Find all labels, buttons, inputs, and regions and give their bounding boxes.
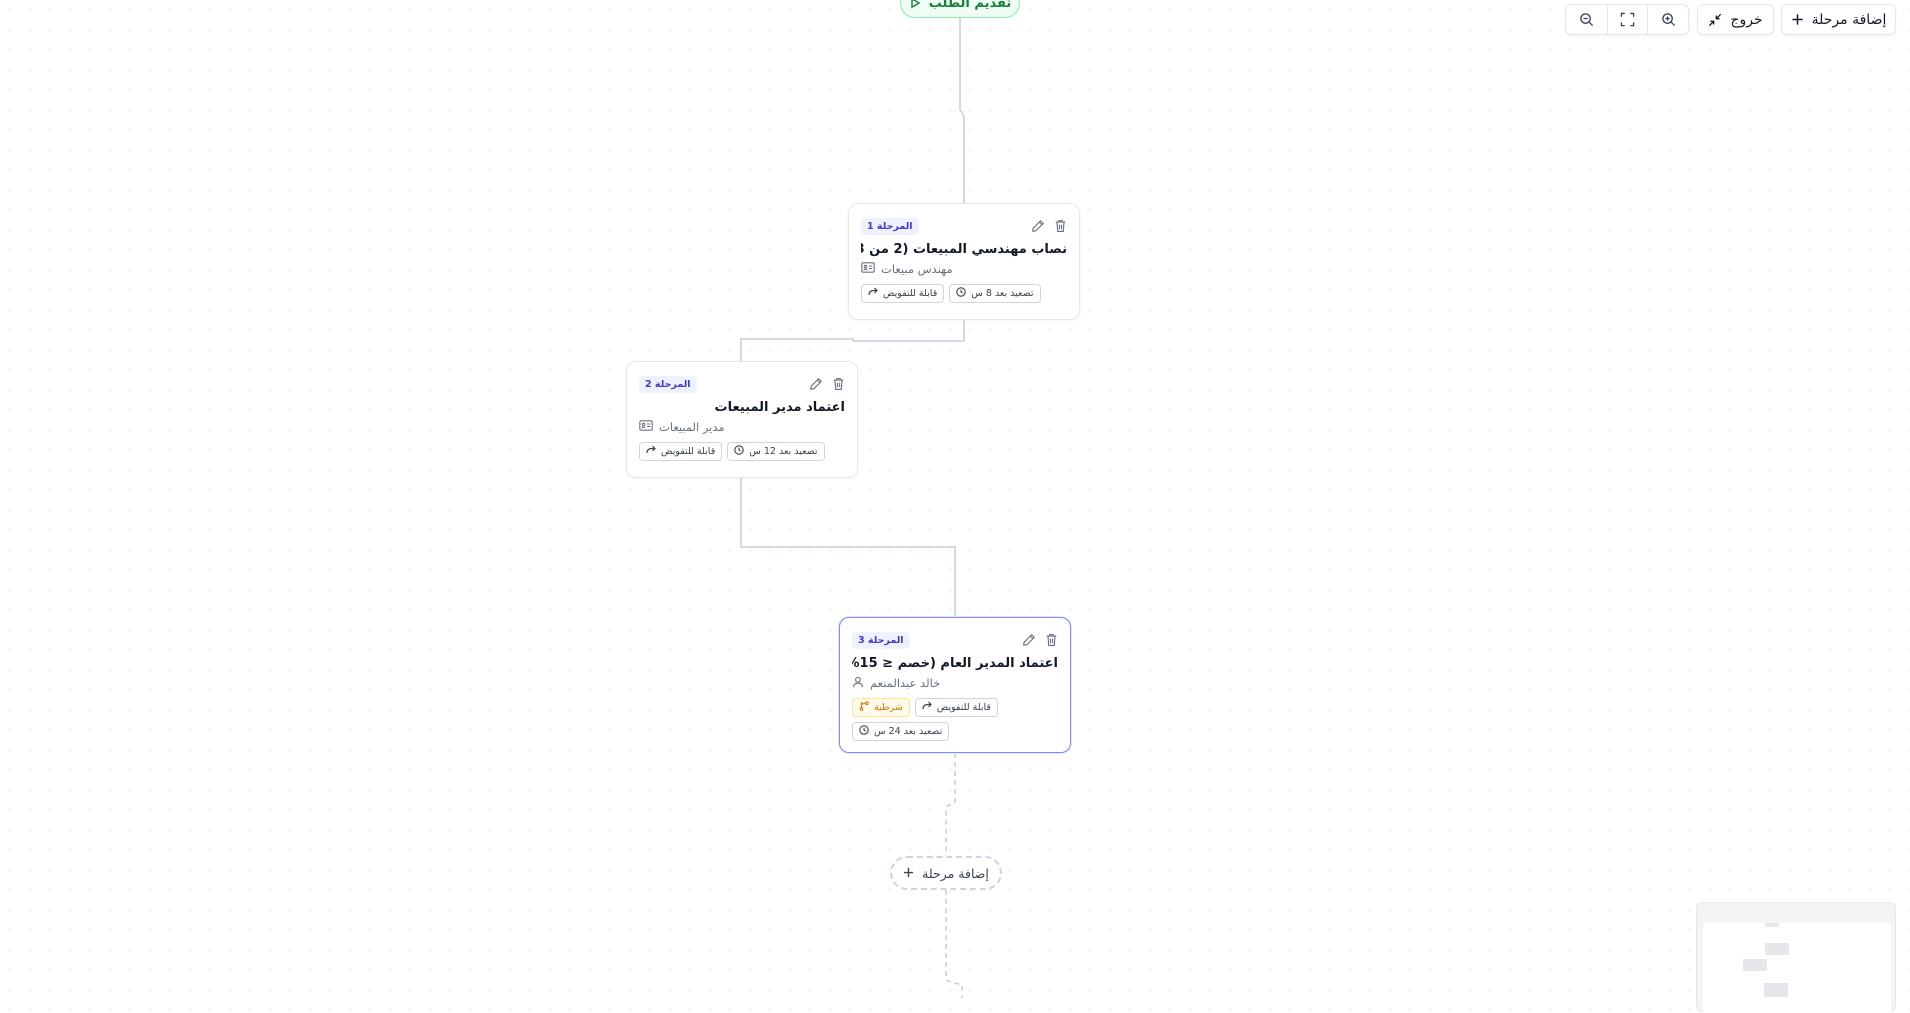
exit-button-wrap: خروج <box>1697 4 1774 35</box>
conditional-tag: شرطية <box>852 698 910 717</box>
start-node-label: تقديم الطلب <box>928 0 1012 11</box>
exit-label: خروج <box>1730 11 1763 28</box>
workflow-connectors <box>740 18 965 998</box>
exit-button[interactable]: خروج <box>1698 5 1773 34</box>
minimap-node <box>1765 923 1779 927</box>
fit-view-button[interactable] <box>1606 5 1648 34</box>
stage-assignee: مدير المبيعات <box>639 418 845 436</box>
play-icon <box>909 0 921 13</box>
stage-card-1[interactable]: المرحلة 1 نصاب مهندسي المبيعات (2 من 3) … <box>848 203 1080 320</box>
escalation-tag: تصعيد بعد 8 س <box>949 284 1041 303</box>
clock-icon <box>859 724 869 739</box>
zoom-out-button[interactable] <box>1566 5 1607 34</box>
delegable-tag: قابلة للتفويض <box>861 284 945 303</box>
clock-icon <box>734 444 744 459</box>
edit-pencil-icon[interactable] <box>809 377 823 391</box>
edge-start-to-stage-1 <box>959 18 965 203</box>
edit-pencil-icon[interactable] <box>1022 633 1036 647</box>
stage-card-2[interactable]: المرحلة 2 اعتماد مدير المبيعات مدير المب… <box>626 361 858 478</box>
plus-icon <box>1791 13 1804 26</box>
delete-trash-icon[interactable] <box>1054 219 1067 233</box>
branch-icon <box>859 700 869 715</box>
id-card-icon <box>861 262 875 276</box>
fullscreen-icon <box>1620 12 1635 27</box>
minimap-viewport <box>1703 923 1891 1013</box>
start-node-submit-request[interactable]: تقديم الطلب <box>900 0 1020 18</box>
stage-title: نصاب مهندسي المبيعات (2 من 3) <box>861 242 1067 257</box>
zoom-in-icon <box>1661 12 1676 27</box>
escalation-tag: تصعيد بعد 24 س <box>852 722 950 741</box>
stage-assignee: مهندس مبيعات <box>861 260 1067 278</box>
edge-stage-3-to-add <box>945 753 956 856</box>
stage-assignee-label: خالد عبدالمنعم <box>870 676 941 690</box>
stage-title: اعتماد المدير العام (خصم ≤ 15% أو قيمة >… <box>852 656 1058 671</box>
stage-badge: المرحلة 2 <box>639 375 697 393</box>
minimize-arrows-icon <box>1708 13 1722 27</box>
stage-badge: المرحلة 1 <box>861 217 919 235</box>
delete-trash-icon[interactable] <box>832 377 845 391</box>
add-stage-node-button[interactable]: إضافة مرحلة <box>890 856 1002 890</box>
minimap[interactable] <box>1696 902 1896 1013</box>
clock-icon <box>956 286 966 301</box>
delete-trash-icon[interactable] <box>1045 633 1058 647</box>
zoom-controls <box>1565 4 1689 35</box>
edge-add-to-next <box>945 890 963 998</box>
add-stage-node-label: إضافة مرحلة <box>922 865 989 881</box>
minimap-node <box>1764 983 1788 997</box>
minimap-node <box>1743 959 1767 971</box>
edit-pencil-icon[interactable] <box>1031 219 1045 233</box>
forward-icon <box>868 287 878 300</box>
delegable-tag: قابلة للتفويض <box>914 698 998 717</box>
id-card-icon <box>639 420 653 434</box>
escalation-tag: تصعيد بعد 12 س <box>727 442 825 461</box>
minimap-node <box>1765 943 1789 955</box>
stage-assignee-label: مدير المبيعات <box>659 420 725 434</box>
add-stage-toolbar-label: إضافة مرحلة <box>1811 11 1887 28</box>
zoom-out-icon <box>1579 12 1594 27</box>
stage-card-3[interactable]: المرحلة 3 اعتماد المدير العام (خصم ≤ 15%… <box>839 617 1071 753</box>
stage-assignee-label: مهندس مبيعات <box>881 262 953 276</box>
stage-badge: المرحلة 3 <box>852 631 910 649</box>
edge-stage-2-to-stage-3 <box>740 478 956 617</box>
forward-icon <box>646 445 656 458</box>
stage-title: اعتماد مدير المبيعات <box>714 400 845 415</box>
forward-icon <box>922 701 932 714</box>
stage-assignee: خالد عبدالمنعم <box>852 674 1058 692</box>
edge-stage-1-to-stage-2 <box>740 320 965 361</box>
add-stage-toolbar-button[interactable]: إضافة مرحلة <box>1782 5 1895 34</box>
zoom-in-button[interactable] <box>1647 5 1688 34</box>
add-stage-toolbar-wrap: إضافة مرحلة <box>1781 4 1896 35</box>
delegable-tag: قابلة للتفويض <box>639 442 723 461</box>
user-icon <box>852 676 864 691</box>
plus-icon <box>903 866 914 881</box>
